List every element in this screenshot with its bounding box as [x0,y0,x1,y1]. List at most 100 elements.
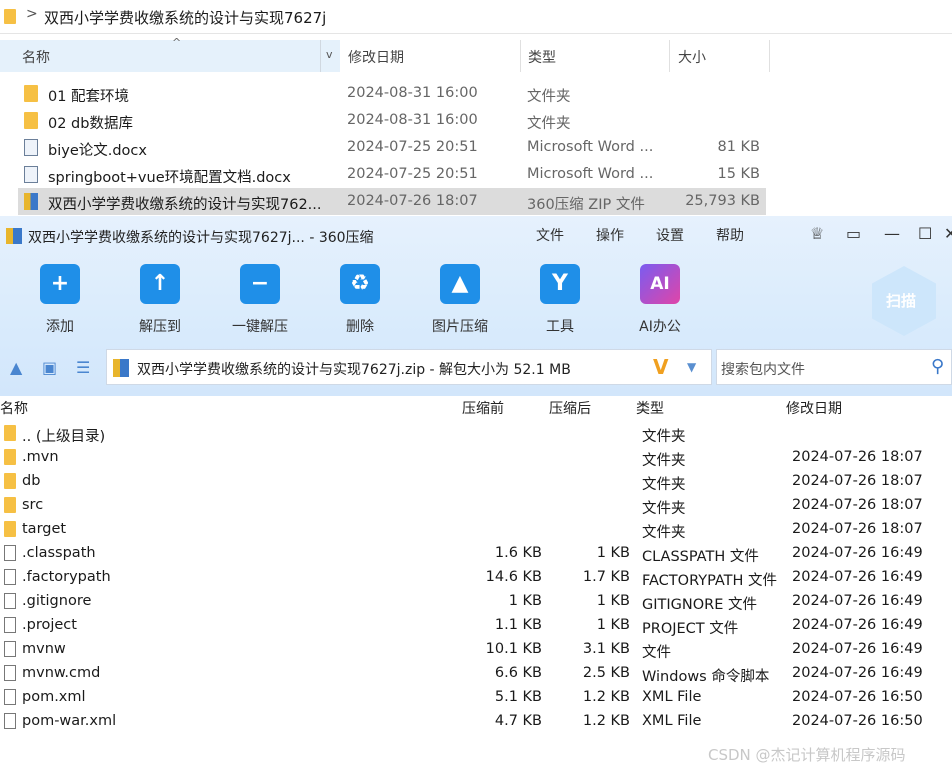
entry-size-before: 10.1 KB [485,641,542,657]
watermark: CSDN @杰记计算机程序源码 [708,746,906,764]
entry-size-after: 2.5 KB [582,665,630,681]
file-explorer: > 双西小学学费收缴系统的设计与实现7627j 名称 ^ 修改日期 类型 大小 … [0,0,952,216]
folder-icon [4,449,16,465]
file-size: 81 KB [717,139,760,155]
search-input[interactable]: 搜索包内文件 [721,359,805,379]
tool-label: 一键解压 [232,319,288,335]
search-icon[interactable]: ⚲ [931,356,944,377]
tool-button[interactable]: − 一键解压 [225,264,295,336]
tool-button[interactable]: AI AI办公 [625,264,695,336]
entry-size-before: 4.7 KB [494,713,542,729]
entry-type: Windows 命令脚本 [642,669,770,685]
entry-name: src [22,497,44,513]
entry-date: 2024-07-26 18:07 [792,497,923,513]
column-header-date[interactable]: 修改日期 [786,398,842,418]
column-header-before[interactable]: 压缩前 [462,398,504,418]
archive-row[interactable]: .. (上级目录) 文件夹 [0,422,952,446]
close-icon[interactable]: ✕ [944,224,952,243]
archive-row[interactable]: src 文件夹 2024-07-26 18:07 [0,494,952,518]
thumbnail-view-icon[interactable]: ▣ [42,358,57,377]
entry-name: .mvn [22,449,59,465]
entry-size-after: 1 KB [596,617,630,633]
column-header-size[interactable]: 大小 [678,47,706,67]
entry-date: 2024-07-26 16:49 [792,617,923,633]
folder-icon [24,112,38,129]
entry-name: .project [22,617,77,633]
column-divider[interactable] [669,40,670,72]
column-divider[interactable] [520,40,521,72]
column-divider[interactable] [769,40,770,72]
search-box[interactable]: 搜索包内文件 ⚲ [716,349,952,385]
navigation-bar: ▲ ▣ ☰ 双西小学学费收缴系统的设计与实现7627j.zip - 解包大小为 … [0,346,952,390]
archive-row[interactable]: .factorypath 14.6 KB 1.7 KB FACTORYPATH 文件 2… [0,566,952,590]
archive-row[interactable]: .classpath 1.6 KB 1 KB CLASSPATH 文件 2024-07-… [0,542,952,566]
column-header-date[interactable]: 修改日期 [348,47,404,67]
file-date: 2024-08-31 16:00 [347,85,478,101]
menu-settings[interactable]: 设置 [656,225,684,245]
zip-icon [24,193,38,210]
file-date: 2024-07-26 18:07 [347,193,478,209]
entry-size-before: 1.6 KB [494,545,542,561]
chevron-down-icon[interactable]: ▼ [687,360,696,374]
column-header-after[interactable]: 压缩后 [549,398,591,418]
column-header-type[interactable]: 类型 [636,398,664,418]
entry-name: mvnw.cmd [22,665,101,681]
tool-button[interactable]: ↑ 解压到 [125,264,195,336]
file-row[interactable]: 01 配套环境 2024-08-31 16:00 文件夹 [18,80,766,107]
archive-row[interactable]: mvnw 10.1 KB 3.1 KB 文件 2024-07-26 16:49 [0,638,952,662]
minimize-icon[interactable]: — [884,224,900,243]
entry-type: PROJECT 文件 [642,621,739,637]
tool-button[interactable]: ▲ 图片压缩 [425,264,495,336]
entry-size-after: 1.2 KB [582,689,630,705]
menu-operation[interactable]: 操作 [596,225,624,245]
file-icon [4,665,16,681]
list-view-icon[interactable]: ☰ [76,358,90,377]
file-date: 2024-07-25 20:51 [347,166,478,182]
file-row[interactable]: springboot+vue环境配置文档.docx 2024-07-25 20:5… [18,161,766,188]
entry-type: 文件 [642,645,671,661]
entry-name: .gitignore [22,593,92,609]
tool-button[interactable]: Y 工具 [525,264,595,336]
archive-row[interactable]: target 文件夹 2024-07-26 18:07 [0,518,952,542]
entry-date: 2024-07-26 16:49 [792,641,923,657]
address-bar[interactable]: > 双西小学学费收缴系统的设计与实现7627j [0,0,952,34]
tool-button[interactable]: ♻ 删除 [325,264,395,336]
tool-label: 删除 [346,319,374,335]
file-row[interactable]: 02 db数据库 2024-08-31 16:00 文件夹 [18,107,766,134]
archive-row[interactable]: pom.xml 5.1 KB 1.2 KB XML File 2024-07-26 16… [0,686,952,710]
menu-file[interactable]: 文件 [536,225,564,245]
column-header-name[interactable]: 名称 [22,47,50,67]
up-level-icon[interactable]: ▲ [10,358,22,377]
archive-path: 双西小学学费收缴系统的设计与实现7627j.zip - 解包大小为 52.1 M… [137,362,571,378]
archive-row[interactable]: .gitignore 1 KB 1 KB GITIGNORE 文件 2024-07-26… [0,590,952,614]
column-dropdown-button[interactable]: v [320,40,340,72]
entry-type: CLASSPATH 文件 [642,549,759,565]
scan-button[interactable]: 扫描 [872,266,936,336]
menu-help[interactable]: 帮助 [716,225,744,245]
delete-icon: ♻ [340,264,380,304]
chevron-down-icon: v [326,48,333,61]
archive-row[interactable]: pom-war.xml 4.7 KB 1.2 KB XML File 2024-07-2… [0,710,952,734]
maximize-icon[interactable]: ☐ [918,224,932,243]
entry-name: pom-war.xml [22,713,117,729]
archive-row[interactable]: db 文件夹 2024-07-26 18:07 [0,470,952,494]
file-date: 2024-08-31 16:00 [347,112,478,128]
archive-row[interactable]: .project 1.1 KB 1 KB PROJECT 文件 2024-07-26 1… [0,614,952,638]
skin-icon[interactable]: ♕ [810,224,824,243]
tool-button[interactable]: + 添加 [25,264,95,336]
entry-date: 2024-07-26 16:49 [792,545,923,561]
feedback-icon[interactable]: ▭ [846,224,861,243]
add-icon: + [40,264,80,304]
file-type: Microsoft Word ... [527,139,654,155]
v-icon[interactable]: V [653,355,668,379]
address-path[interactable]: 双西小学学费收缴系统的设计与实现7627j [44,7,326,28]
file-row[interactable]: biye论文.docx 2024-07-25 20:51 Microsoft Wor… [18,134,766,161]
archive-row[interactable]: mvnw.cmd 6.6 KB 2.5 KB Windows 命令脚本 2024-07-… [0,662,952,686]
chevron-right-icon[interactable]: > [26,6,38,22]
archive-path-box[interactable]: 双西小学学费收缴系统的设计与实现7627j.zip - 解包大小为 52.1 M… [106,349,712,385]
file-row[interactable]: 双西小学学费收缴系统的设计与实现762... 2024-07-26 18:07 36… [18,188,766,215]
archive-row[interactable]: .mvn 文件夹 2024-07-26 18:07 [0,446,952,470]
column-header-name[interactable]: 名称 [0,398,28,418]
column-header-type[interactable]: 类型 [528,47,556,67]
tool-label: 添加 [46,319,74,335]
